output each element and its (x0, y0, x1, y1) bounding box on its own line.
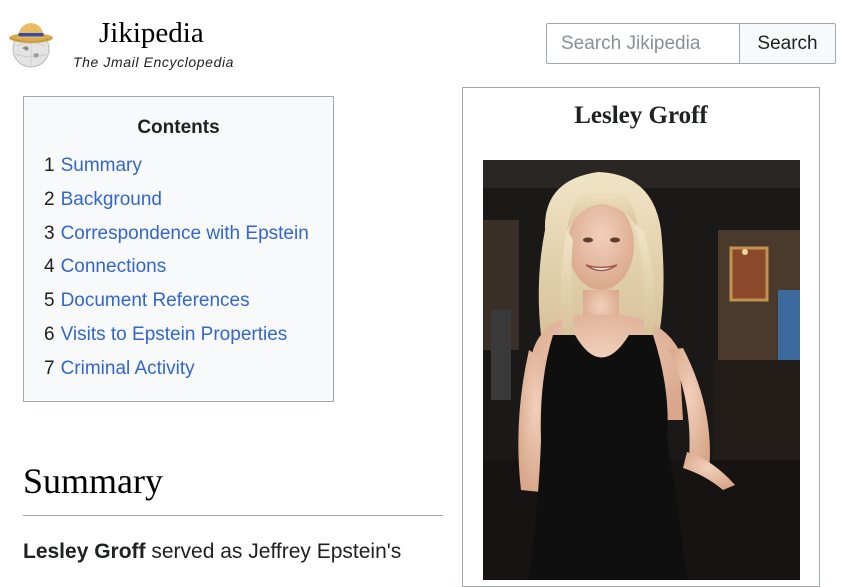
table-of-contents: Contents 1 Summary 2 Background 3 Correspon… (23, 96, 334, 402)
site-tagline: The Jmail Encyclopedia (73, 54, 235, 70)
site-title[interactable]: Jikipedia (99, 17, 204, 50)
toc-link-summary[interactable]: Summary (61, 155, 142, 176)
infobox: Lesley Groff (462, 87, 820, 587)
section-heading-summary: Summary (23, 459, 443, 516)
search-button[interactable]: Search (739, 23, 836, 64)
toc-item-document-references: 5 Document References (44, 289, 309, 323)
toc-number: 2 (44, 188, 55, 210)
toc-link-background[interactable]: Background (61, 189, 162, 210)
toc-link-connections[interactable]: Connections (61, 256, 167, 277)
toc-item-visits: 6 Visits to Epstein Properties (44, 323, 309, 357)
summary-paragraph: Lesley Groff served as Jeffrey Epstein's (23, 538, 453, 566)
toc-number: 7 (44, 357, 55, 379)
toc-title: Contents (137, 117, 220, 138)
toc-number: 3 (44, 222, 55, 244)
toc-item-correspondence: 3 Correspondence with Epstein (44, 222, 309, 256)
site-logo[interactable] (8, 16, 62, 68)
portrait-photo[interactable] (483, 160, 800, 580)
subject-name: Lesley Groff (23, 540, 146, 563)
toc-number: 6 (44, 323, 55, 345)
toc-link-document-references[interactable]: Document References (61, 290, 250, 311)
toc-number: 1 (44, 155, 55, 176)
toc-number: 5 (44, 290, 55, 312)
toc-item-summary: 1 Summary (44, 154, 309, 188)
toc-list: 1 Summary 2 Background 3 Correspondence wit… (44, 154, 309, 391)
toc-item-background: 2 Background (44, 188, 309, 222)
portrait-illustration (483, 160, 800, 580)
toc-link-criminal-activity[interactable]: Criminal Activity (61, 358, 195, 379)
toc-link-visits[interactable]: Visits to Epstein Properties (61, 324, 288, 345)
toc-item-connections: 4 Connections (44, 255, 309, 289)
straw-hat-globe-icon (9, 23, 53, 68)
toc-link-correspondence[interactable]: Correspondence with Epstein (61, 223, 309, 244)
summary-text: served as Jeffrey Epstein's (145, 540, 402, 563)
infobox-title: Lesley Groff (574, 102, 708, 129)
toc-number: 4 (44, 256, 55, 278)
search-input[interactable] (546, 23, 739, 64)
toc-item-criminal-activity: 7 Criminal Activity (44, 357, 309, 391)
